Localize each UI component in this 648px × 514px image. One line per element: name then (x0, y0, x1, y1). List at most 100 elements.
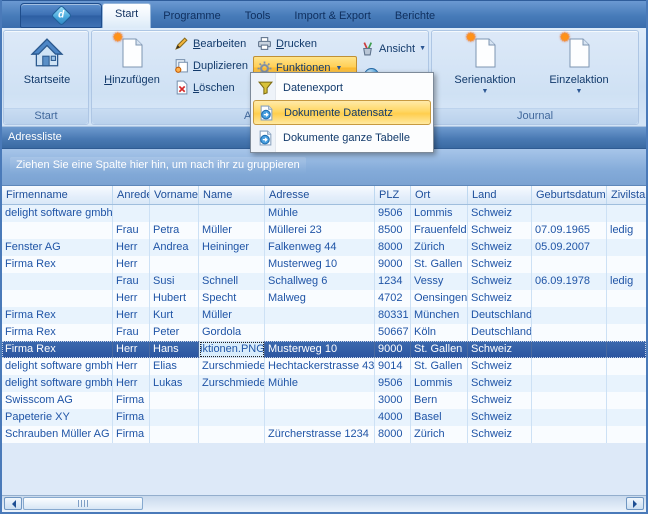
column-header-land[interactable]: Land (468, 186, 532, 205)
cell (265, 307, 375, 324)
cell: Zürich (411, 239, 468, 256)
cell: St. Gallen (411, 341, 468, 358)
cell (532, 256, 607, 273)
cell (607, 341, 646, 358)
cell: Kurt (150, 307, 199, 324)
table-row[interactable]: FrauSusiSchnellSchallweg 61234VessySchwe… (2, 273, 646, 290)
hinzufuegen-button[interactable]: ✹ Hinzufügen (95, 33, 169, 109)
burst-icon: ✹ (112, 30, 124, 44)
einzelaktion-button[interactable]: ✹ Einzelaktion ▼ (534, 33, 624, 109)
table-row[interactable]: Firma RexFrauPeterGordola50667KölnDeutsc… (2, 324, 646, 341)
scroll-right-button[interactable] (626, 497, 644, 510)
cell: delight software gmbh (2, 358, 113, 375)
grid-body: delight software gmbhMühle9506LommisSchw… (2, 205, 646, 443)
drucken-button[interactable]: Drucken (255, 34, 351, 53)
cell: Lukas (150, 375, 199, 392)
column-header-name[interactable]: Name (199, 186, 265, 205)
cell (532, 375, 607, 392)
cell: ledig (607, 222, 646, 239)
new-document-burst-icon: ✹ (116, 36, 148, 70)
scroll-left-button[interactable] (4, 497, 22, 510)
cell: Schweiz (468, 222, 532, 239)
cell (150, 409, 199, 426)
app-menu-button[interactable]: d (20, 3, 102, 28)
column-header-adresse[interactable]: Adresse (265, 186, 375, 205)
column-header-ort[interactable]: Ort (411, 186, 468, 205)
cell (532, 409, 607, 426)
cell: Basel (411, 409, 468, 426)
cell: Schweiz (468, 256, 532, 273)
hinzufuegen-label: Hinzufügen (104, 74, 160, 86)
table-row[interactable]: Firma RexHerrMusterweg 109000St. GallenS… (2, 256, 646, 273)
cell (150, 392, 199, 409)
column-header-zivilstand[interactable]: Zivilstand (607, 186, 646, 205)
cell: Müller (199, 307, 265, 324)
serienaktion-button[interactable]: ✹ Serienaktion ▼ (440, 33, 530, 109)
funktionen-menu: DatenexportDokumente DatensatzDokumente … (250, 72, 434, 153)
menu-item-datenexport[interactable]: Datenexport (253, 75, 431, 100)
table-row[interactable]: Fenster AGHerrAndreaHeiningerFalkenweg 4… (2, 239, 646, 256)
table-row[interactable]: Firma RexHerrHansiktionen.PNGMusterweg 1… (2, 341, 646, 358)
cell (607, 392, 646, 409)
arrow-right-icon (633, 500, 641, 508)
tab-programme[interactable]: Programme (151, 5, 232, 28)
cell: 4702 (375, 290, 411, 307)
burst-icon: ✹ (559, 30, 571, 44)
data-export-icon (253, 80, 277, 95)
table-row[interactable]: delight software gmbhMühle9506LommisSchw… (2, 205, 646, 222)
ansicht-button[interactable]: Ansicht ▼ (358, 39, 442, 58)
cell (607, 375, 646, 392)
cell: Firma (113, 426, 150, 443)
cell: Frau (113, 222, 150, 239)
table-row[interactable]: Firma RexHerrKurtMüller80331MünchenDeuts… (2, 307, 646, 324)
serienaktion-label: Serienaktion (454, 74, 515, 86)
grid-header: FirmennameAnredeVornameNameAdressePLZOrt… (2, 186, 646, 205)
column-header-geburtsdatum[interactable]: Geburtsdatum (532, 186, 607, 205)
table-row[interactable]: Papeterie XYFirma4000BaselSchweiz (2, 409, 646, 426)
table-row[interactable]: delight software gmbhHerrLukasZurschmied… (2, 375, 646, 392)
bearbeiten-button[interactable]: Bearbeiten (172, 34, 252, 53)
tab-start[interactable]: Start (102, 3, 151, 28)
cell: Musterweg 10 (265, 256, 375, 273)
cell: 8000 (375, 426, 411, 443)
cell: Specht (199, 290, 265, 307)
cell: Falkenweg 44 (265, 239, 375, 256)
ribbon-group-start: Startseite Start (3, 30, 89, 125)
column-header-firmenname[interactable]: Firmenname (2, 186, 113, 205)
column-header-vorname[interactable]: Vorname (150, 186, 199, 205)
cell (150, 426, 199, 443)
cell: Peter (150, 324, 199, 341)
table-row[interactable]: Schrauben Müller AGFirmaZürcherstrasse 1… (2, 426, 646, 443)
app-window: d StartProgrammeToolsImport & ExportBeri… (0, 0, 648, 514)
startseite-button[interactable]: Startseite (8, 33, 86, 109)
menu-item-dokumente-datensatz[interactable]: Dokumente Datensatz (253, 100, 431, 125)
duplizieren-button[interactable]: Duplizieren (172, 56, 256, 75)
cell-editor[interactable]: iktionen.PNG (199, 341, 265, 358)
table-row[interactable]: Swisscom AGFirma3000BernSchweiz (2, 392, 646, 409)
cell: Schweiz (468, 392, 532, 409)
table-row[interactable]: FrauPetraMüllerMüllerei 238500Frauenfeld… (2, 222, 646, 239)
cell (265, 324, 375, 341)
cell (199, 426, 265, 443)
cell: Deutschland (468, 307, 532, 324)
tab-tools[interactable]: Tools (233, 5, 283, 28)
view-tools-icon (360, 41, 376, 56)
scrollbar-thumb[interactable] (23, 497, 143, 510)
cell (532, 290, 607, 307)
horizontal-scrollbar[interactable] (2, 495, 646, 510)
cell (607, 307, 646, 324)
column-header-plz[interactable]: PLZ (375, 186, 411, 205)
cell: Frauenfeld (411, 222, 468, 239)
table-row[interactable]: delight software gmbhHerrEliasZurschmied… (2, 358, 646, 375)
tab-import-export[interactable]: Import & Export (282, 5, 382, 28)
cell: München (411, 307, 468, 324)
cell: Schweiz (468, 358, 532, 375)
column-header-anrede[interactable]: Anrede (113, 186, 150, 205)
cell: Herr (113, 239, 150, 256)
tab-berichte[interactable]: Berichte (383, 5, 447, 28)
menu-item-dokumente-ganze-tabelle[interactable]: Dokumente ganze Tabelle (253, 125, 431, 150)
loeschen-button[interactable]: Löschen (172, 78, 248, 97)
group-by-bar[interactable]: Ziehen Sie eine Spalte hier hin, um nach… (2, 149, 646, 186)
cell: Herr (113, 256, 150, 273)
table-row[interactable]: HerrHubertSpechtMalweg4702OensingenSchwe… (2, 290, 646, 307)
